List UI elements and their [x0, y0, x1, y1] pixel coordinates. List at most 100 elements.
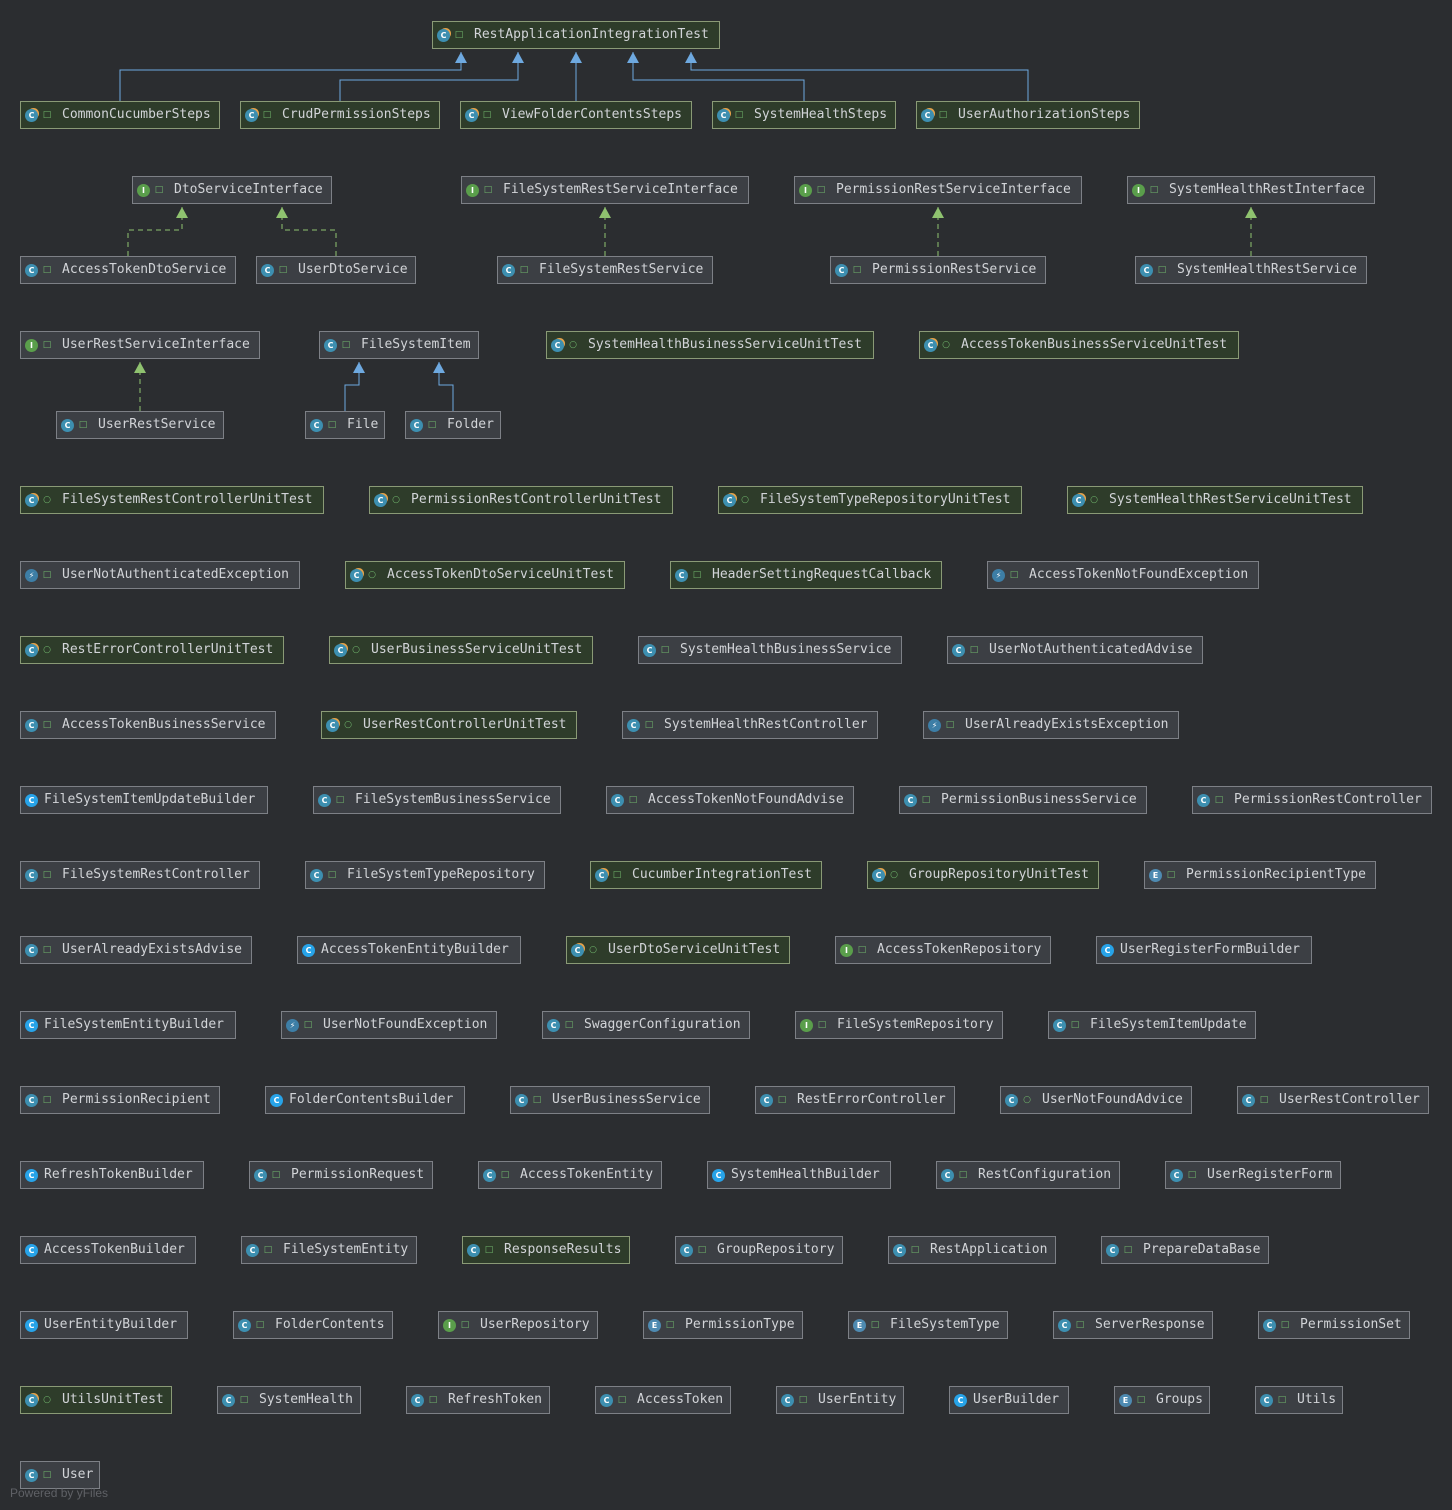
class-node-crud-permission-steps[interactable]: C □ CrudPermissionSteps [240, 101, 440, 129]
class-node-access-token-not-found-advise[interactable]: C □ AccessTokenNotFoundAdvise [606, 786, 854, 814]
class-node-utils[interactable]: C □ Utils [1255, 1386, 1343, 1414]
class-node-refresh-token-builder[interactable]: C RefreshTokenBuilder [20, 1161, 204, 1189]
class-node-folder[interactable]: C □ Folder [405, 411, 501, 439]
class-node-system-health-business-service[interactable]: C □ SystemHealthBusinessService [638, 636, 902, 664]
class-icon: C [1263, 1318, 1276, 1332]
class-node-user-register-form-builder[interactable]: C UserRegisterFormBuilder [1096, 936, 1312, 964]
class-node-file-system-item-update-builder[interactable]: C FileSystemItemUpdateBuilder [20, 786, 268, 814]
class-name: RestErrorController [797, 1092, 946, 1107]
class-node-view-folder-contents-steps[interactable]: C □ ViewFolderContentsSteps [460, 101, 692, 129]
class-node-access-token-not-found-exception[interactable]: ⚡ □ AccessTokenNotFoundException [987, 561, 1259, 589]
lock-open-icon: □ [870, 1320, 880, 1330]
class-node-file-system-item[interactable]: C □ FileSystemItem [319, 331, 479, 359]
class-node-rest-error-controller-unit-test[interactable]: C ○ RestErrorControllerUnitTest [20, 636, 284, 664]
class-node-permission-rest-service[interactable]: C □ PermissionRestService [830, 256, 1046, 284]
class-node-file-system-repository[interactable]: I □ FileSystemRepository [795, 1011, 1003, 1039]
class-node-permission-request[interactable]: C □ PermissionRequest [249, 1161, 433, 1189]
class-node-permission-recipient-type[interactable]: E □ PermissionRecipientType [1144, 861, 1376, 889]
class-node-user-builder[interactable]: C UserBuilder [949, 1386, 1069, 1414]
class-node-file-system-rest-controller-unit-test[interactable]: C ○ FileSystemRestControllerUnitTest [20, 486, 324, 514]
class-node-user-entity[interactable]: C □ UserEntity [776, 1386, 904, 1414]
class-node-user-not-authenticated-exception[interactable]: ⚡ □ UserNotAuthenticatedException [20, 561, 300, 589]
class-node-system-health-rest-interface[interactable]: I □ SystemHealthRestInterface [1127, 176, 1375, 204]
class-node-file-system-rest-service-interface[interactable]: I □ FileSystemRestServiceInterface [461, 176, 749, 204]
class-node-file-system-type-repository[interactable]: C □ FileSystemTypeRepository [305, 861, 545, 889]
class-node-user-dto-service-unit-test[interactable]: C ○ UserDtoServiceUnitTest [566, 936, 790, 964]
class-node-refresh-token[interactable]: C □ RefreshToken [406, 1386, 550, 1414]
class-node-file-system-item-update[interactable]: C □ FileSystemItemUpdate [1048, 1011, 1256, 1039]
class-node-rest-application[interactable]: C □ RestApplication [888, 1236, 1056, 1264]
lock-open-icon: □ [660, 645, 670, 655]
class-node-file-system-type[interactable]: E □ FileSystemType [848, 1311, 1008, 1339]
class-node-prepare-data-base[interactable]: C □ PrepareDataBase [1101, 1236, 1269, 1264]
class-node-user-business-service-unit-test[interactable]: C ○ UserBusinessServiceUnitTest [329, 636, 593, 664]
class-node-user-entity-builder[interactable]: C UserEntityBuilder [20, 1311, 188, 1339]
class-node-permission-rest-controller-unit-test[interactable]: C ○ PermissionRestControllerUnitTest [369, 486, 673, 514]
class-node-group-repository[interactable]: C □ GroupRepository [675, 1236, 843, 1264]
class-node-rest-configuration[interactable]: C □ RestConfiguration [936, 1161, 1120, 1189]
class-node-file[interactable]: C □ File [305, 411, 385, 439]
class-node-rest-application-integration-test[interactable]: C □ RestApplicationIntegrationTest [432, 21, 720, 49]
class-node-system-health-builder[interactable]: C SystemHealthBuilder [707, 1161, 891, 1189]
class-node-file-system-rest-controller[interactable]: C □ FileSystemRestController [20, 861, 260, 889]
lock-open-icon: □ [1259, 1095, 1269, 1105]
class-node-user-business-service[interactable]: C □ UserBusinessService [510, 1086, 710, 1114]
class-node-system-health-steps[interactable]: C □ SystemHealthSteps [712, 101, 896, 129]
class-node-user-already-exists-advise[interactable]: C □ UserAlreadyExistsAdvise [20, 936, 252, 964]
class-node-common-cucumber-steps[interactable]: C □ CommonCucumberSteps [20, 101, 220, 129]
class-node-utils-unit-test[interactable]: C ○ UtilsUnitTest [20, 1386, 172, 1414]
class-name: FolderContents [275, 1317, 385, 1332]
class-node-access-token-entity-builder[interactable]: C AccessTokenEntityBuilder [297, 936, 521, 964]
class-node-file-system-rest-service[interactable]: C □ FileSystemRestService [497, 256, 713, 284]
class-node-header-setting-request-callback[interactable]: C □ HeaderSettingRequestCallback [670, 561, 942, 589]
class-node-group-repository-unit-test[interactable]: C ○ GroupRepositoryUnitTest [867, 861, 1099, 889]
class-node-cucumber-integration-test[interactable]: C □ CucumberIntegrationTest [590, 861, 822, 889]
class-node-access-token-entity[interactable]: C □ AccessTokenEntity [478, 1161, 662, 1189]
class-node-permission-type[interactable]: E □ PermissionType [643, 1311, 803, 1339]
class-node-user-not-found-exception[interactable]: ⚡ □ UserNotFoundException [281, 1011, 497, 1039]
class-node-user-rest-controller[interactable]: C □ UserRestController [1237, 1086, 1429, 1114]
class-node-permission-set[interactable]: C □ PermissionSet [1258, 1311, 1410, 1339]
test-class-icon: C [245, 108, 258, 122]
class-node-user[interactable]: C □ User [20, 1461, 100, 1489]
class-node-folder-contents-builder[interactable]: C FolderContentsBuilder [265, 1086, 465, 1114]
class-node-file-system-business-service[interactable]: C □ FileSystemBusinessService [313, 786, 561, 814]
class-node-user-rest-controller-unit-test[interactable]: C ○ UserRestControllerUnitTest [321, 711, 577, 739]
class-node-user-dto-service[interactable]: C □ UserDtoService [256, 256, 416, 284]
class-node-rest-error-controller[interactable]: C □ RestErrorController [755, 1086, 955, 1114]
class-node-user-rest-service[interactable]: C □ UserRestService [56, 411, 224, 439]
class-node-system-health-rest-controller[interactable]: C □ SystemHealthRestController [622, 711, 878, 739]
class-node-response-results[interactable]: C □ ResponseResults [462, 1236, 630, 1264]
class-node-user-already-exists-exception[interactable]: ⚡ □ UserAlreadyExistsException [923, 711, 1179, 739]
class-node-access-token-builder[interactable]: C AccessTokenBuilder [20, 1236, 196, 1264]
class-node-system-health-rest-service-unit-test[interactable]: C ○ SystemHealthRestServiceUnitTest [1067, 486, 1363, 514]
class-node-access-token-repository[interactable]: I □ AccessTokenRepository [835, 936, 1051, 964]
class-node-file-system-type-repository-unit-test[interactable]: C ○ FileSystemTypeRepositoryUnitTest [718, 486, 1022, 514]
class-node-folder-contents[interactable]: C □ FolderContents [233, 1311, 393, 1339]
class-node-system-health-rest-service[interactable]: C □ SystemHealthRestService [1135, 256, 1367, 284]
class-node-permission-recipient[interactable]: C □ PermissionRecipient [20, 1086, 220, 1114]
class-node-swagger-configuration[interactable]: C □ SwaggerConfiguration [542, 1011, 750, 1039]
class-node-access-token[interactable]: C □ AccessToken [595, 1386, 731, 1414]
class-node-user-repository[interactable]: I □ UserRepository [438, 1311, 598, 1339]
class-node-dto-service-interface[interactable]: I □ DtoServiceInterface [132, 176, 332, 204]
class-node-access-token-business-service[interactable]: C □ AccessTokenBusinessService [20, 711, 276, 739]
class-node-access-token-business-service-unit-test[interactable]: C ○ AccessTokenBusinessServiceUnitTest [919, 331, 1239, 359]
class-node-access-token-dto-service-unit-test[interactable]: C ○ AccessTokenDtoServiceUnitTest [345, 561, 625, 589]
class-node-permission-rest-service-interface[interactable]: I □ PermissionRestServiceInterface [794, 176, 1082, 204]
class-node-permission-rest-controller[interactable]: C □ PermissionRestController [1192, 786, 1432, 814]
class-node-permission-business-service[interactable]: C □ PermissionBusinessService [899, 786, 1147, 814]
class-node-system-health[interactable]: C □ SystemHealth [217, 1386, 361, 1414]
class-node-user-rest-service-interface[interactable]: I □ UserRestServiceInterface [20, 331, 260, 359]
class-node-access-token-dto-service[interactable]: C □ AccessTokenDtoService [20, 256, 236, 284]
class-node-user-not-authenticated-advise[interactable]: C □ UserNotAuthenticatedAdvise [947, 636, 1203, 664]
class-node-groups[interactable]: E □ Groups [1114, 1386, 1210, 1414]
class-node-file-system-entity-builder[interactable]: C FileSystemEntityBuilder [20, 1011, 236, 1039]
class-node-user-register-form[interactable]: C □ UserRegisterForm [1165, 1161, 1341, 1189]
class-node-user-not-found-advice[interactable]: C ○ UserNotFoundAdvice [1000, 1086, 1192, 1114]
class-node-file-system-entity[interactable]: C □ FileSystemEntity [241, 1236, 417, 1264]
test-class-icon: C [1072, 493, 1085, 507]
class-node-system-health-business-service-unit-test[interactable]: C ○ SystemHealthBusinessServiceUnitTest [546, 331, 874, 359]
class-node-server-response[interactable]: C □ ServerResponse [1053, 1311, 1213, 1339]
class-node-user-authorization-steps[interactable]: C □ UserAuthorizationSteps [916, 101, 1140, 129]
